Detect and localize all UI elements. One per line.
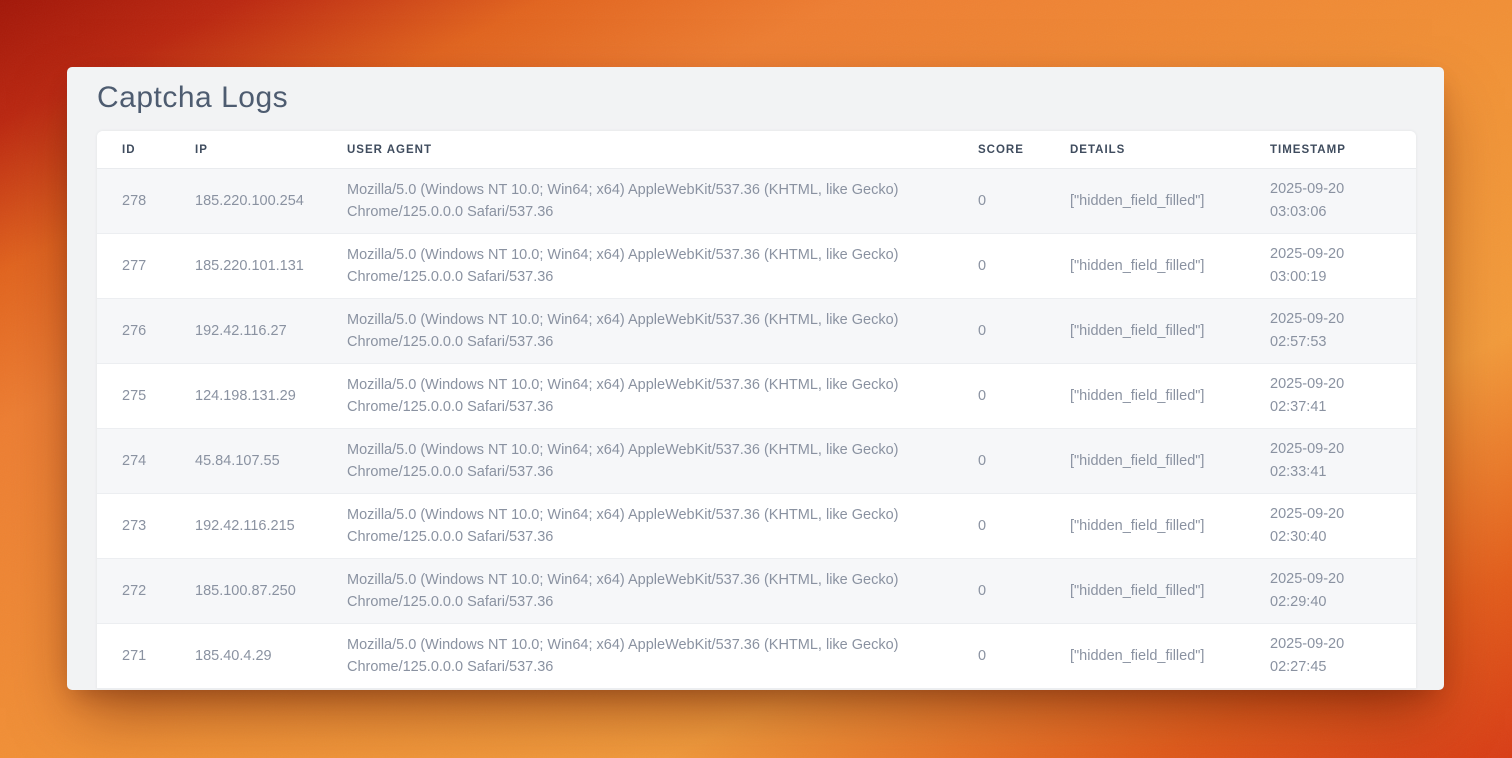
- table-row: 277185.220.101.131Mozilla/5.0 (Windows N…: [97, 234, 1416, 299]
- cell-ip: 192.42.116.215: [195, 518, 347, 534]
- timestamp-date: 2025-09-20: [1270, 438, 1416, 461]
- table-row: 27445.84.107.55Mozilla/5.0 (Windows NT 1…: [97, 429, 1416, 494]
- timestamp-date: 2025-09-20: [1270, 373, 1416, 396]
- cell-score: 0: [978, 258, 1070, 274]
- cell-details: ["hidden_field_filled"]: [1070, 388, 1270, 404]
- cell-user_agent: Mozilla/5.0 (Windows NT 10.0; Win64; x64…: [347, 634, 978, 678]
- cell-user_agent: Mozilla/5.0 (Windows NT 10.0; Win64; x64…: [347, 244, 978, 288]
- cell-details: ["hidden_field_filled"]: [1070, 323, 1270, 339]
- timestamp-time: 02:29:40: [1270, 591, 1416, 614]
- cell-details: ["hidden_field_filled"]: [1070, 258, 1270, 274]
- table-row: 271185.40.4.29Mozilla/5.0 (Windows NT 10…: [97, 624, 1416, 689]
- table-row: 272185.100.87.250Mozilla/5.0 (Windows NT…: [97, 559, 1416, 624]
- page-title: Captcha Logs: [67, 67, 1444, 131]
- cell-score: 0: [978, 453, 1070, 469]
- cell-details: ["hidden_field_filled"]: [1070, 583, 1270, 599]
- timestamp-time: 02:33:41: [1270, 461, 1416, 484]
- captcha-logs-table: IDIPUSER AGENTSCOREDETAILSTIMESTAMP 2781…: [97, 131, 1416, 689]
- cell-ip: 124.198.131.29: [195, 388, 347, 404]
- table-row: 276192.42.116.27Mozilla/5.0 (Windows NT …: [97, 299, 1416, 364]
- cell-timestamp: 2025-09-2002:57:53: [1270, 308, 1416, 354]
- table-row: 275124.198.131.29Mozilla/5.0 (Windows NT…: [97, 364, 1416, 429]
- cell-timestamp: 2025-09-2003:03:06: [1270, 178, 1416, 224]
- timestamp-time: 02:27:45: [1270, 656, 1416, 679]
- cell-timestamp: 2025-09-2002:37:41: [1270, 373, 1416, 419]
- cell-timestamp: 2025-09-2003:00:19: [1270, 243, 1416, 289]
- column-header-timestamp: TIMESTAMP: [1270, 144, 1416, 156]
- cell-user_agent: Mozilla/5.0 (Windows NT 10.0; Win64; x64…: [347, 374, 978, 418]
- cell-score: 0: [978, 583, 1070, 599]
- table-row: 273192.42.116.215Mozilla/5.0 (Windows NT…: [97, 494, 1416, 559]
- cell-ip: 185.220.101.131: [195, 258, 347, 274]
- timestamp-date: 2025-09-20: [1270, 568, 1416, 591]
- page-background: { "page": { "title": "Captcha Logs" }, "…: [0, 0, 1512, 758]
- cell-id: 278: [97, 193, 195, 209]
- cell-details: ["hidden_field_filled"]: [1070, 518, 1270, 534]
- column-header-score: SCORE: [978, 144, 1070, 156]
- cell-details: ["hidden_field_filled"]: [1070, 648, 1270, 664]
- column-header-details: DETAILS: [1070, 144, 1270, 156]
- timestamp-time: 02:57:53: [1270, 331, 1416, 354]
- cell-timestamp: 2025-09-2002:33:41: [1270, 438, 1416, 484]
- cell-score: 0: [978, 518, 1070, 534]
- cell-score: 0: [978, 323, 1070, 339]
- column-header-id: ID: [97, 144, 195, 156]
- column-header-user_agent: USER AGENT: [347, 144, 978, 156]
- cell-timestamp: 2025-09-2002:27:45: [1270, 633, 1416, 679]
- timestamp-time: 03:03:06: [1270, 201, 1416, 224]
- timestamp-date: 2025-09-20: [1270, 633, 1416, 656]
- timestamp-time: 02:37:41: [1270, 396, 1416, 419]
- cell-id: 273: [97, 518, 195, 534]
- cell-details: ["hidden_field_filled"]: [1070, 453, 1270, 469]
- cell-id: 272: [97, 583, 195, 599]
- timestamp-date: 2025-09-20: [1270, 178, 1416, 201]
- cell-user_agent: Mozilla/5.0 (Windows NT 10.0; Win64; x64…: [347, 569, 978, 613]
- cell-ip: 45.84.107.55: [195, 453, 347, 469]
- timestamp-date: 2025-09-20: [1270, 308, 1416, 331]
- cell-user_agent: Mozilla/5.0 (Windows NT 10.0; Win64; x64…: [347, 504, 978, 548]
- cell-score: 0: [978, 388, 1070, 404]
- cell-id: 276: [97, 323, 195, 339]
- cell-score: 0: [978, 193, 1070, 209]
- cell-ip: 185.100.87.250: [195, 583, 347, 599]
- column-header-ip: IP: [195, 144, 347, 156]
- timestamp-date: 2025-09-20: [1270, 503, 1416, 526]
- cell-ip: 192.42.116.27: [195, 323, 347, 339]
- cell-id: 274: [97, 453, 195, 469]
- table-header-row: IDIPUSER AGENTSCOREDETAILSTIMESTAMP: [97, 131, 1416, 169]
- table-row: 278185.220.100.254Mozilla/5.0 (Windows N…: [97, 169, 1416, 234]
- cell-id: 271: [97, 648, 195, 664]
- table-body: 278185.220.100.254Mozilla/5.0 (Windows N…: [97, 169, 1416, 689]
- timestamp-time: 03:00:19: [1270, 266, 1416, 289]
- cell-user_agent: Mozilla/5.0 (Windows NT 10.0; Win64; x64…: [347, 439, 978, 483]
- timestamp-date: 2025-09-20: [1270, 243, 1416, 266]
- cell-ip: 185.220.100.254: [195, 193, 347, 209]
- cell-ip: 185.40.4.29: [195, 648, 347, 664]
- cell-user_agent: Mozilla/5.0 (Windows NT 10.0; Win64; x64…: [347, 309, 978, 353]
- cell-timestamp: 2025-09-2002:29:40: [1270, 568, 1416, 614]
- captcha-logs-card: Captcha Logs IDIPUSER AGENTSCOREDETAILST…: [67, 67, 1444, 690]
- cell-id: 275: [97, 388, 195, 404]
- cell-details: ["hidden_field_filled"]: [1070, 193, 1270, 209]
- cell-timestamp: 2025-09-2002:30:40: [1270, 503, 1416, 549]
- cell-score: 0: [978, 648, 1070, 664]
- timestamp-time: 02:30:40: [1270, 526, 1416, 549]
- cell-user_agent: Mozilla/5.0 (Windows NT 10.0; Win64; x64…: [347, 179, 978, 223]
- cell-id: 277: [97, 258, 195, 274]
